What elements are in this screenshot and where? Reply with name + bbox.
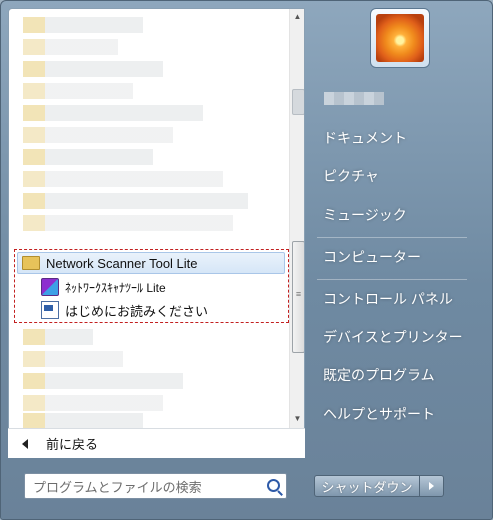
programs-scrollbar[interactable]: ▲ ≡ ▼ — [289, 9, 304, 429]
list-item[interactable] — [23, 329, 93, 345]
program-label: ﾈｯﾄﾜｰｸｽｷｬﾅﾂｰﾙ Lite — [65, 280, 166, 295]
start-menu: ▲ ≡ ▼ Network Scanner Tool Lite ﾈｯﾄﾜｰｸｽｷ… — [0, 0, 493, 520]
search-placeholder: プログラムとファイルの検索 — [33, 479, 202, 495]
scroll-thumb[interactable]: ≡ — [292, 241, 304, 353]
divider — [317, 279, 467, 280]
list-item[interactable] — [23, 127, 173, 143]
grip-icon: ≡ — [295, 289, 302, 299]
readme-document-icon — [41, 301, 59, 319]
divider — [317, 237, 467, 238]
program-readme[interactable]: はじめにお読みください — [17, 299, 285, 321]
folder-network-scanner-tool-lite[interactable]: Network Scanner Tool Lite — [17, 252, 285, 274]
program-scanner-lite[interactable]: ﾈｯﾄﾜｰｸｽｷｬﾅﾂｰﾙ Lite — [17, 276, 285, 298]
list-item[interactable] — [23, 83, 133, 99]
scanner-app-icon — [41, 278, 59, 296]
right-item-control-panel[interactable]: コントロール パネル — [323, 289, 453, 309]
right-item-default-programs[interactable]: 既定のプログラム — [323, 365, 435, 385]
back-arrow-icon — [22, 438, 28, 449]
user-name[interactable] — [324, 92, 384, 105]
chevron-right-icon — [429, 482, 434, 490]
list-item[interactable] — [23, 413, 143, 429]
program-label: はじめにお読みください — [65, 303, 209, 319]
list-item[interactable] — [23, 149, 153, 165]
avatar[interactable] — [370, 8, 430, 68]
shutdown-label: シャットダウン — [321, 479, 413, 495]
back-button[interactable]: 前に戻る — [8, 428, 305, 458]
right-item-pictures[interactable]: ピクチャ — [323, 166, 379, 186]
list-item[interactable] — [23, 351, 123, 367]
list-item[interactable] — [23, 61, 163, 77]
right-item-documents[interactable]: ドキュメント — [323, 128, 407, 148]
scroll-up-arrow-icon[interactable]: ▲ — [290, 9, 304, 25]
search-input[interactable]: プログラムとファイルの検索 — [24, 473, 287, 499]
list-item[interactable] — [23, 193, 248, 209]
right-item-devices-printers[interactable]: デバイスとプリンター — [323, 327, 463, 347]
search-icon[interactable] — [267, 479, 280, 492]
shutdown-button[interactable]: シャットダウン — [314, 475, 420, 497]
programs-pane: ▲ ≡ ▼ Network Scanner Tool Lite ﾈｯﾄﾜｰｸｽｷ… — [8, 8, 305, 458]
back-label: 前に戻る — [46, 437, 99, 452]
list-item[interactable] — [23, 171, 223, 187]
shutdown-options-button[interactable] — [420, 475, 444, 497]
right-item-music[interactable]: ミュージック — [323, 205, 407, 225]
list-item[interactable] — [23, 39, 118, 55]
right-item-computer[interactable]: コンピューター — [323, 247, 421, 267]
scroll-down-arrow-icon[interactable]: ▼ — [290, 411, 304, 427]
list-item[interactable] — [23, 373, 183, 389]
list-item[interactable] — [23, 105, 203, 121]
right-item-help-support[interactable]: ヘルプとサポート — [323, 404, 435, 424]
scroll-marker — [292, 89, 304, 115]
list-item[interactable] — [23, 395, 163, 411]
folder-icon — [22, 256, 40, 270]
flower-avatar-icon — [376, 14, 424, 62]
list-item[interactable] — [23, 215, 233, 231]
list-item[interactable] — [23, 17, 143, 33]
folder-label: Network Scanner Tool Lite — [46, 255, 198, 271]
